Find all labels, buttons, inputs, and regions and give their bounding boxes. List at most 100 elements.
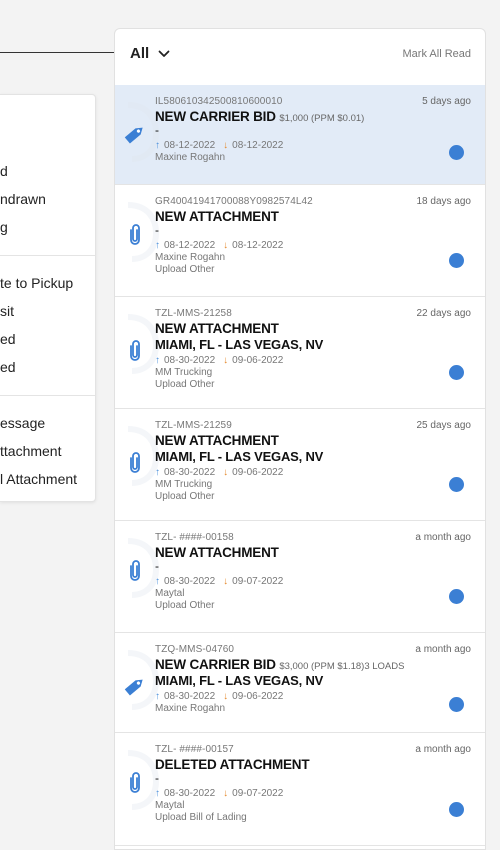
arrow-up-icon: ↑ bbox=[155, 466, 160, 478]
notification-time: a month ago bbox=[415, 644, 471, 655]
notification-title-text: NEW ATTACHMENT bbox=[155, 209, 279, 224]
delivery-date: 08-12-2022 bbox=[232, 239, 284, 251]
tag-icon bbox=[122, 121, 148, 147]
date-range: ↑ 08-30-2022 ↓ 09-06-2022 bbox=[155, 353, 471, 367]
unread-dot[interactable] bbox=[449, 697, 464, 712]
menu-divider bbox=[0, 255, 95, 256]
upload-type: Upload Other bbox=[155, 379, 215, 390]
unread-dot[interactable] bbox=[449, 802, 464, 817]
status-dropdown-menu: d ndrawn g te to Pickup sit ed ed essage… bbox=[0, 94, 96, 502]
notification-title: NEW CARRIER BID $3,000 (PPM $1.18)3 LOAD… bbox=[155, 657, 471, 673]
unread-dot[interactable] bbox=[449, 589, 464, 604]
delivery-date: 08-12-2022 bbox=[232, 139, 284, 151]
notification-title-text: NEW ATTACHMENT bbox=[155, 433, 279, 448]
notification-item[interactable]: IL580610342500810600010 5 days ago NEW CAR… bbox=[115, 85, 485, 185]
menu-item[interactable]: essage bbox=[0, 415, 45, 431]
route-placeholder: - bbox=[155, 771, 159, 785]
notification-title-text: NEW ATTACHMENT bbox=[155, 321, 279, 336]
notification-item[interactable]: TZL- ####-00158 a month ago NEW ATTACHMENT… bbox=[115, 521, 485, 633]
route-placeholder: - bbox=[155, 559, 159, 573]
route-label: MIAMI, FL - LAS VEGAS, NV bbox=[155, 337, 324, 352]
filter-dropdown[interactable]: All bbox=[130, 45, 170, 62]
date-range: ↑ 08-30-2022 ↓ 09-07-2022 bbox=[155, 786, 471, 800]
arrow-down-icon: ↓ bbox=[223, 690, 229, 702]
unread-dot[interactable] bbox=[449, 365, 464, 380]
menu-item[interactable]: ed bbox=[0, 331, 16, 347]
mark-all-read-button[interactable]: Mark All Read bbox=[403, 48, 471, 60]
route-placeholder: - bbox=[155, 123, 159, 137]
date-range: ↑ 08-30-2022 ↓ 09-06-2022 bbox=[155, 689, 471, 703]
upload-type: Upload Bill of Lading bbox=[155, 812, 247, 823]
bid-amount: $1,000 (PPM $0.01) bbox=[279, 113, 365, 124]
user-name: Maxine Rogahn bbox=[155, 252, 226, 263]
notification-content: TZL-MMS-21259 25 days ago NEW ATTACHMENT MI… bbox=[155, 420, 471, 503]
notification-title: NEW ATTACHMENT bbox=[155, 209, 471, 225]
user-name: Maytal bbox=[155, 800, 185, 811]
arrow-up-icon: ↑ bbox=[155, 690, 160, 702]
pickup-date: 08-12-2022 bbox=[164, 239, 216, 251]
notification-time: 5 days ago bbox=[422, 96, 471, 107]
pickup-date: 08-30-2022 bbox=[164, 466, 216, 478]
delivery-date: 09-06-2022 bbox=[232, 690, 284, 702]
route-label: MIAMI, FL - LAS VEGAS, NV bbox=[155, 449, 324, 464]
menu-item[interactable]: ttachment bbox=[0, 443, 61, 459]
pickup-date: 08-30-2022 bbox=[164, 354, 216, 366]
notification-title-text: NEW CARRIER BID bbox=[155, 109, 276, 124]
arrow-up-icon: ↑ bbox=[155, 139, 160, 151]
notification-title: DELETED ATTACHMENT bbox=[155, 757, 471, 773]
notification-title: NEW CARRIER BID $1,000 (PPM $0.01) bbox=[155, 109, 471, 125]
arrow-up-icon: ↑ bbox=[155, 787, 160, 799]
user-name: Maytal bbox=[155, 588, 185, 599]
menu-item[interactable]: l Attachment bbox=[0, 471, 77, 487]
menu-item[interactable]: sit bbox=[0, 303, 14, 319]
arrow-down-icon: ↓ bbox=[223, 466, 229, 478]
notification-item[interactable]: GR40041941700088Y0982574L42 18 days ago NE… bbox=[115, 185, 485, 297]
notification-item[interactable]: TZQ-MMS-04760 a month ago NEW CARRIER BID … bbox=[115, 633, 485, 733]
paperclip-icon bbox=[122, 337, 148, 363]
paperclip-icon bbox=[122, 221, 148, 247]
user-name: MM Trucking bbox=[155, 479, 213, 490]
connector-line bbox=[0, 52, 120, 53]
unread-dot[interactable] bbox=[449, 145, 464, 160]
menu-item[interactable]: te to Pickup bbox=[0, 275, 73, 291]
notification-title: NEW ATTACHMENT bbox=[155, 545, 471, 561]
date-range: ↑ 08-30-2022 ↓ 09-06-2022 bbox=[155, 465, 471, 479]
date-range: ↑ 08-12-2022 ↓ 08-12-2022 bbox=[155, 138, 471, 152]
delivery-date: 09-07-2022 bbox=[232, 575, 284, 587]
chevron-down-icon bbox=[158, 50, 170, 57]
pickup-date: 08-30-2022 bbox=[164, 787, 216, 799]
notification-time: 22 days ago bbox=[416, 308, 472, 319]
notification-time: a month ago bbox=[415, 744, 471, 755]
user-name: MM Trucking bbox=[155, 367, 213, 378]
menu-item[interactable]: d bbox=[0, 163, 8, 179]
paperclip-icon bbox=[122, 769, 148, 795]
menu-item[interactable]: ndrawn bbox=[0, 191, 46, 207]
arrow-down-icon: ↓ bbox=[223, 239, 229, 251]
unread-dot[interactable] bbox=[449, 253, 464, 268]
notification-item[interactable]: TZL-MMS-21259 25 days ago NEW ATTACHMENT MI… bbox=[115, 409, 485, 521]
user-name: Maxine Rogahn bbox=[155, 152, 226, 163]
notifications-panel: All Mark All Read IL58061034250081060001… bbox=[114, 28, 486, 850]
route-placeholder: - bbox=[155, 223, 159, 237]
route-label: MIAMI, FL - LAS VEGAS, NV bbox=[155, 673, 324, 688]
pickup-date: 08-30-2022 bbox=[164, 690, 216, 702]
menu-item[interactable]: ed bbox=[0, 359, 16, 375]
user-name: Maxine Rogahn bbox=[155, 703, 226, 714]
menu-item[interactable]: g bbox=[0, 219, 8, 235]
arrow-down-icon: ↓ bbox=[223, 139, 229, 151]
notification-content: TZQ-MMS-04760 a month ago NEW CARRIER BID … bbox=[155, 644, 471, 715]
notification-title: NEW ATTACHMENT bbox=[155, 433, 471, 449]
notification-content: TZL- ####-00158 a month ago NEW ATTACHMENT… bbox=[155, 532, 471, 612]
notification-item[interactable]: TZL- ####-00157 a month ago DELETED ATTACH… bbox=[115, 733, 485, 846]
paperclip-icon bbox=[122, 449, 148, 475]
date-range: ↑ 08-12-2022 ↓ 08-12-2022 bbox=[155, 238, 471, 252]
pickup-date: 08-30-2022 bbox=[164, 575, 216, 587]
unread-dot[interactable] bbox=[449, 477, 464, 492]
arrow-down-icon: ↓ bbox=[223, 575, 229, 587]
filter-label: All bbox=[130, 45, 150, 62]
notification-content: TZL- ####-00157 a month ago DELETED ATTACH… bbox=[155, 744, 471, 824]
notification-item[interactable]: TZL-MMS-21258 22 days ago NEW ATTACHMENT MI… bbox=[115, 297, 485, 409]
menu-divider bbox=[0, 395, 95, 396]
tag-icon bbox=[122, 673, 148, 699]
delivery-date: 09-06-2022 bbox=[232, 466, 284, 478]
